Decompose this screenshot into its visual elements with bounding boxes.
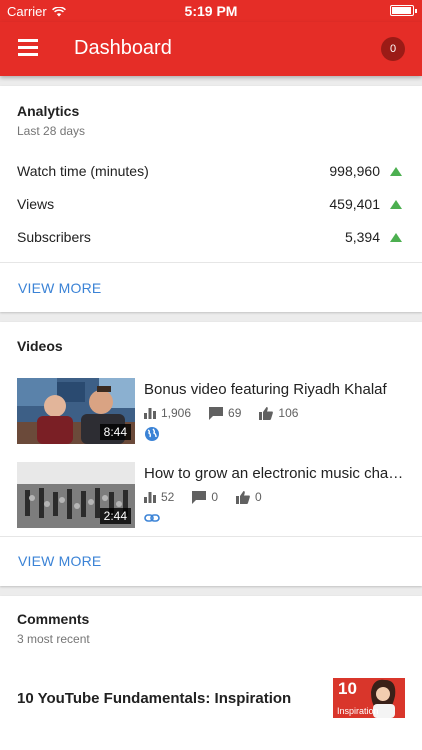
trend-up-icon [390,200,402,209]
video-item[interactable]: 2:44 How to grow an electronic music cha… [0,462,422,530]
video-duration: 2:44 [99,508,131,524]
video-thumbnail: 8:44 [17,378,135,444]
comments-count: 69 [228,406,242,420]
metric-label: Views [17,196,55,212]
divider [0,536,422,537]
analytics-title: Analytics [17,103,80,119]
trend-up-icon [390,233,402,242]
comments-count: 0 [211,490,219,504]
bar-chart-icon [144,492,156,503]
videos-title: Videos [17,338,63,354]
comment-video-title: 10 YouTube Fundamentals: Inspiration [17,690,292,707]
comments-stat: 69 [209,406,241,420]
globe-icon [145,427,159,441]
link-icon [144,514,160,522]
bar-chart-icon [144,408,156,419]
metric-views[interactable]: Views 459,401 [0,193,422,217]
likes-stat: 0 [236,490,262,504]
comments-title: Comments [17,611,90,627]
comments-card: Comments 3 most recent 10 YouTube Fundam… [0,596,422,750]
video-title: How to grow an electronic music channel [144,465,404,482]
likes-count: 106 [278,406,299,420]
video-thumbnail: 2:44 [17,462,135,528]
comment-icon [209,406,224,420]
trend-up-icon [390,167,402,176]
comment-icon [192,490,207,504]
video-item[interactable]: 8:44 Bonus video featuring Riyadh Khalaf… [0,378,422,446]
hamburger-icon-line [18,53,38,56]
comments-subtitle: 3 most recent [17,632,90,646]
page-title: Dashboard [74,37,172,59]
clock: 5:19 PM [184,3,238,19]
video-stats: 52 0 0 [144,490,280,504]
hamburger-icon [18,39,38,42]
metric-value: 459,401 [329,196,380,212]
videos-view-more-button[interactable]: VIEW MORE [18,553,101,569]
views-stat: 52 [144,490,174,504]
analytics-view-more-button[interactable]: VIEW MORE [18,280,101,296]
divider [0,262,422,263]
videos-card: Videos 8:44 Bonus video featuring Riyadh… [0,322,422,586]
comments-stat: 0 [192,490,218,504]
menu-button[interactable] [18,39,40,57]
hamburger-icon-line [18,46,38,49]
thumbs-up-icon [259,406,274,420]
status-bar: Carrier 5:19 PM [0,0,422,22]
views-count: 1,906 [161,406,192,420]
video-title: Bonus video featuring Riyadh Khalaf [144,381,387,398]
metric-value: 998,960 [329,163,380,179]
analytics-card: Analytics Last 28 days Watch time (minut… [0,86,422,312]
views-stat: 1,906 [144,406,191,420]
app-bar: Dashboard 0 [0,22,422,76]
metric-label: Subscribers [17,229,91,245]
comment-item[interactable]: 10 YouTube Fundamentals: Inspiration 10 … [0,678,422,722]
views-count: 52 [161,490,175,504]
likes-stat: 106 [259,406,298,420]
thumbnail-label: Inspiration [337,706,379,716]
likes-count: 0 [255,490,262,504]
metric-value: 5,394 [344,229,380,245]
video-stats: 1,906 69 106 [144,406,316,420]
thumbnail-number: 10 [338,679,357,698]
comment-video-thumbnail: 10 Inspiration [333,678,405,718]
battery-icon [390,5,417,16]
metric-label: Watch time (minutes) [17,163,149,179]
notification-badge[interactable]: 0 [381,37,405,61]
analytics-subtitle: Last 28 days [17,124,86,138]
metric-watch-time[interactable]: Watch time (minutes) 998,960 [0,160,422,184]
thumbs-up-icon [236,490,250,504]
video-duration: 8:44 [99,424,131,440]
metric-subscribers[interactable]: Subscribers 5,394 [0,226,422,250]
